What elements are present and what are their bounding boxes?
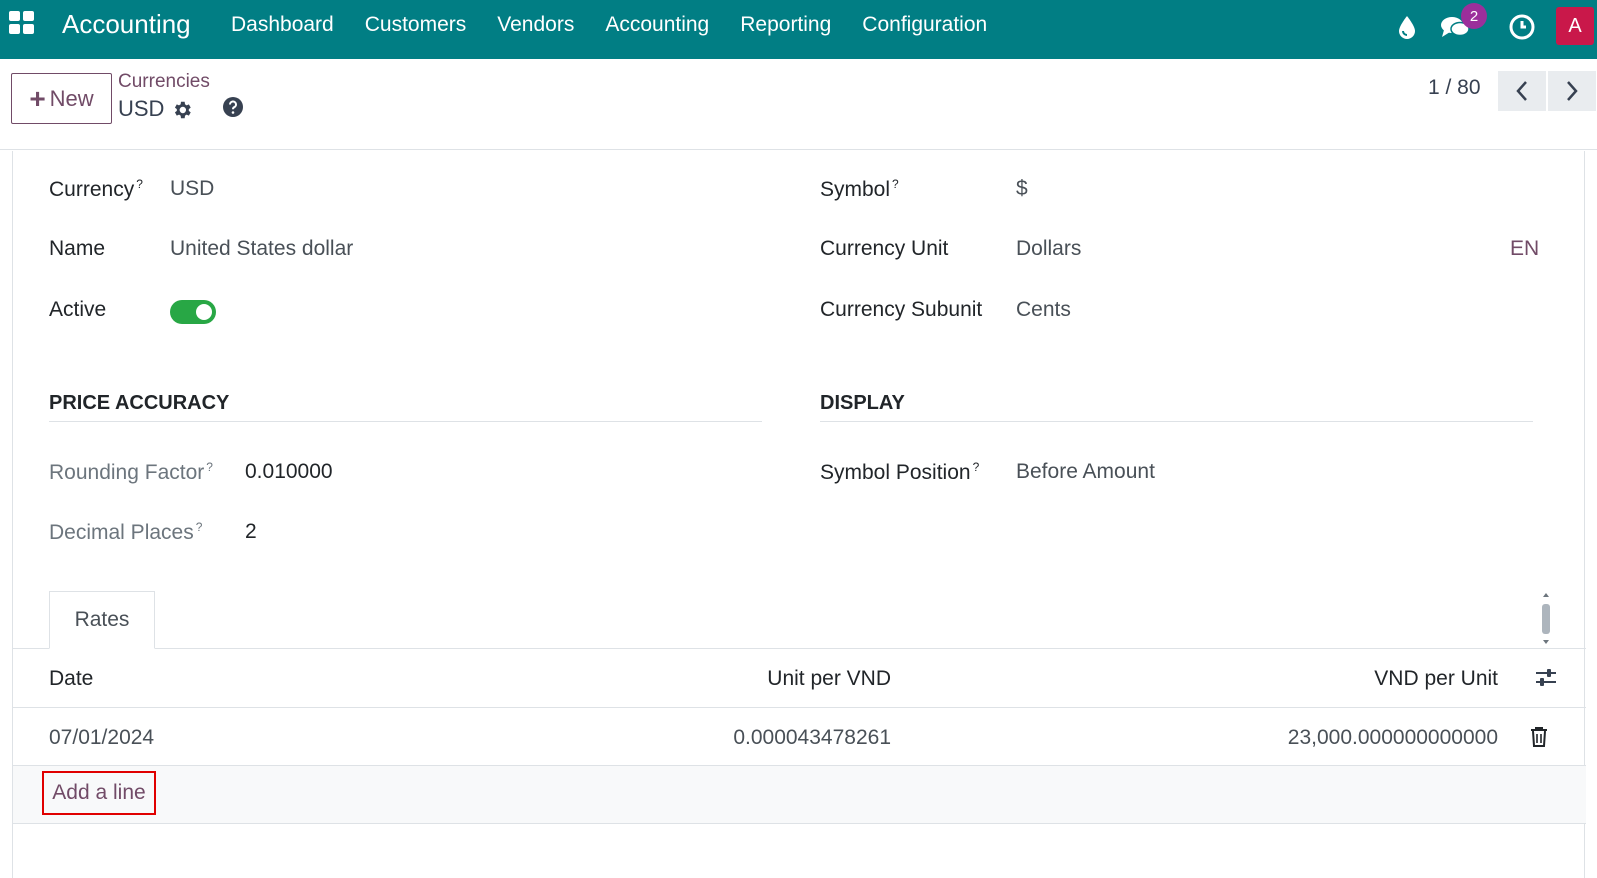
section-divider [49, 421, 762, 422]
column-vnd-per-unit[interactable]: VND per Unit [1374, 667, 1498, 691]
name-field[interactable]: United States dollar [170, 237, 353, 261]
currency-unit-label: Currency Unit [820, 237, 949, 260]
record-title: USD [118, 96, 165, 121]
pager-next-button[interactable] [1548, 71, 1596, 111]
active-toggle[interactable] [170, 300, 216, 324]
row-divider [13, 707, 1586, 708]
control-panel: + New Currencies USD 1 / 80 [0, 59, 1597, 150]
messages-badge: 2 [1461, 3, 1487, 29]
new-button-label: New [49, 85, 94, 111]
form-sheet: Currency? USD Name United States dollar … [12, 151, 1586, 878]
menu-customers[interactable]: Customers [365, 13, 467, 37]
symbol-position-label: Symbol Position? [820, 460, 980, 484]
pager-previous-button[interactable] [1498, 71, 1546, 111]
display-title: DISPLAY [820, 392, 905, 414]
trash-icon[interactable] [1529, 726, 1549, 748]
chevron-left-icon [1516, 81, 1527, 101]
currency-label: Currency? [49, 177, 143, 201]
tab-divider [13, 648, 1586, 649]
column-unit-per-vnd[interactable]: Unit per VND [767, 667, 891, 691]
column-settings-icon[interactable] [1533, 666, 1559, 690]
decimal-places-field: 2 [245, 520, 257, 543]
menu-reporting[interactable]: Reporting [740, 13, 831, 37]
add-line-row [13, 766, 1586, 823]
translate-language-button[interactable]: EN [1510, 237, 1539, 261]
clock-icon[interactable] [1509, 14, 1535, 40]
main-menu: Dashboard Customers Vendors Accounting R… [231, 13, 1018, 37]
chevron-right-icon [1567, 81, 1578, 101]
menu-vendors[interactable]: Vendors [497, 13, 574, 37]
active-label: Active [49, 298, 107, 321]
menu-configuration[interactable]: Configuration [862, 13, 987, 37]
section-divider [820, 421, 1533, 422]
name-label: Name [49, 237, 106, 260]
decimal-places-label: Decimal Places? [49, 520, 203, 544]
plus-icon: + [29, 82, 46, 114]
currency-subunit-label: Currency Subunit [820, 298, 983, 321]
top-navbar: Accounting Dashboard Customers Vendors A… [0, 0, 1597, 59]
symbol-label: Symbol? [820, 177, 899, 201]
symbol-position-field[interactable]: Before Amount [1016, 460, 1155, 484]
scrollbar[interactable] [1539, 590, 1553, 648]
user-avatar[interactable]: A [1556, 7, 1594, 45]
breadcrumb-currencies[interactable]: Currencies [118, 71, 210, 93]
rate-unit-per-cell[interactable]: 0.000043478261 [733, 726, 891, 750]
rounding-factor-field: 0.010000 [245, 460, 333, 483]
column-date[interactable]: Date [49, 667, 93, 691]
menu-accounting[interactable]: Accounting [605, 13, 709, 37]
row-divider [13, 823, 1586, 824]
app-title[interactable]: Accounting [62, 9, 191, 40]
gear-icon[interactable] [171, 99, 193, 121]
rate-date-cell[interactable]: 07/01/2024 [49, 726, 154, 750]
currency-field[interactable]: USD [170, 177, 214, 201]
menu-dashboard[interactable]: Dashboard [231, 13, 334, 37]
new-button[interactable]: + New [11, 73, 112, 124]
symbol-field[interactable]: $ [1016, 177, 1028, 201]
pager-value[interactable]: 1 / 80 [1428, 76, 1481, 100]
help-icon[interactable] [222, 96, 244, 118]
rate-per-unit-cell[interactable]: 23,000.000000000000 [1288, 726, 1498, 750]
currency-unit-field[interactable]: Dollars [1016, 237, 1081, 261]
rounding-factor-label: Rounding Factor? [49, 460, 213, 484]
tab-rates[interactable]: Rates [49, 591, 155, 649]
apps-grid-icon[interactable] [9, 11, 35, 35]
add-a-line-button[interactable]: Add a line [42, 771, 156, 815]
price-accuracy-title: PRICE ACCURACY [49, 392, 230, 414]
currency-subunit-field[interactable]: Cents [1016, 298, 1071, 322]
drop-icon[interactable] [1394, 14, 1420, 40]
